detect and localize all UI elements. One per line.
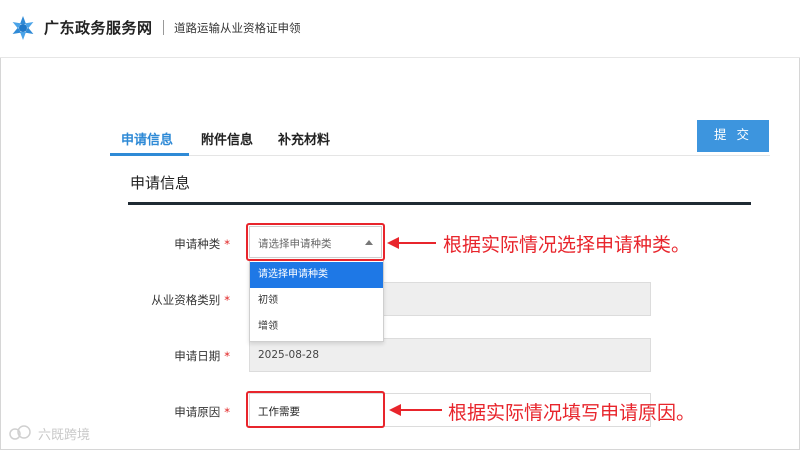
submit-button[interactable]: 提 交 xyxy=(697,120,769,152)
tab-supplementary[interactable]: 补充材料 xyxy=(278,129,330,148)
apply-date-label: 申请日期 * xyxy=(110,348,230,364)
service-title: 道路运输从业资格证申领 xyxy=(174,21,301,35)
tab-apply-info[interactable]: 申请信息 xyxy=(121,129,173,148)
apply-type-label: 申请种类 * xyxy=(110,236,230,252)
section-title: 申请信息 xyxy=(130,174,191,192)
required-star: * xyxy=(224,405,230,419)
section-divider xyxy=(128,202,751,205)
header-divider xyxy=(163,20,164,35)
required-star: * xyxy=(224,237,230,251)
apply-date-label-text: 申请日期 xyxy=(174,349,221,363)
required-star: * xyxy=(224,293,230,307)
header: 广东政务服务网 道路运输从业资格证申领 xyxy=(0,0,800,58)
watermark-text: 六既跨境 xyxy=(38,428,91,443)
reason-highlight-box xyxy=(246,391,385,428)
active-tab-indicator xyxy=(110,153,189,156)
select-highlight-box xyxy=(246,223,385,261)
watermark-logo-icon xyxy=(9,425,31,440)
apply-reason-label: 申请原因 * xyxy=(110,404,230,420)
dropdown-option-placeholder[interactable]: 请选择申请种类 xyxy=(250,262,383,288)
apply-date-value: 2025-08-28 xyxy=(258,349,320,361)
apply-date-field: 2025-08-28 xyxy=(249,338,651,372)
reason-arrow-line xyxy=(400,409,442,411)
page-frame xyxy=(0,0,800,450)
dropdown-option-first-issue[interactable]: 初领 xyxy=(250,288,383,314)
guangdong-gov-logo-icon xyxy=(12,16,34,40)
reason-annotation: 根据实际情况填写申请原因。 xyxy=(448,402,696,424)
apply-reason-label-text: 申请原因 xyxy=(174,405,221,419)
apply-type-label-text: 申请种类 xyxy=(174,237,221,251)
qualification-type-label: 从业资格类别 * xyxy=(110,292,230,308)
form-tabs: 申请信息 附件信息 补充材料 xyxy=(110,126,770,156)
qualification-type-label-text: 从业资格类别 xyxy=(151,293,221,307)
select-arrow-line xyxy=(398,242,436,244)
tab-attachments[interactable]: 附件信息 xyxy=(201,129,253,148)
select-annotation: 根据实际情况选择申请种类。 xyxy=(443,234,691,256)
apply-type-dropdown: 请选择申请种类 初领 增领 xyxy=(249,259,384,342)
dropdown-option-additional[interactable]: 增领 xyxy=(250,314,383,340)
site-title[interactable]: 广东政务服务网 xyxy=(44,17,153,38)
required-star: * xyxy=(224,349,230,363)
